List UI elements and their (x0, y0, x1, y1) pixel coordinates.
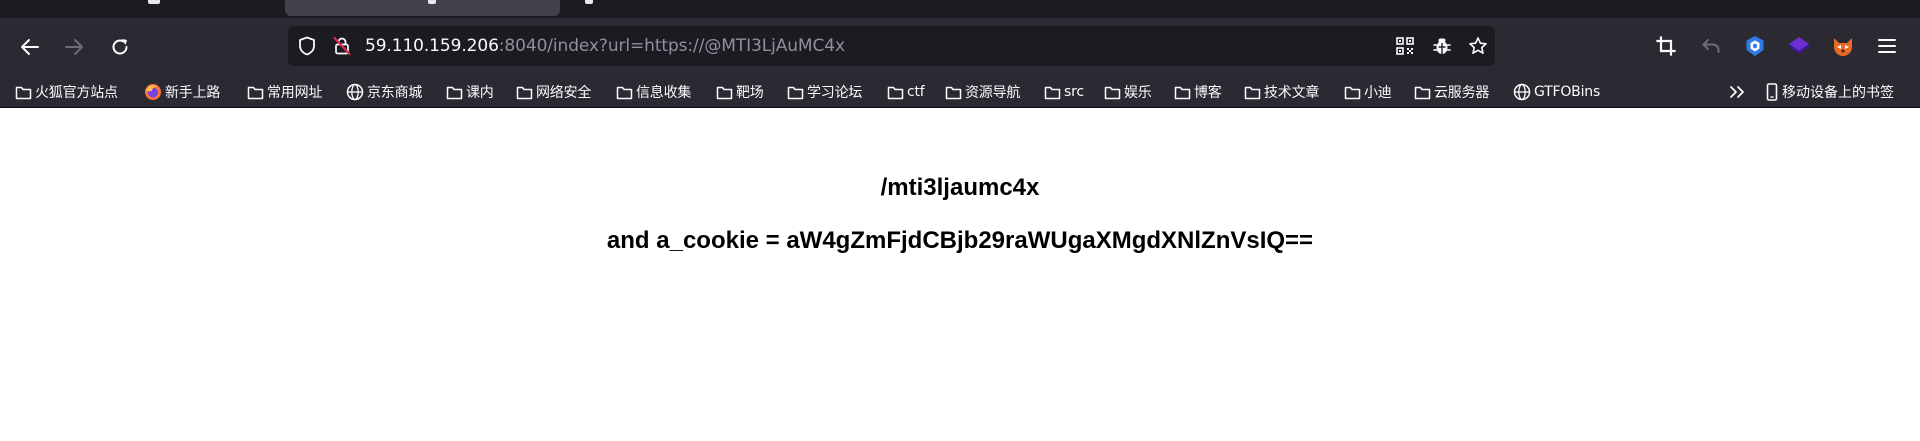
firefox-icon (144, 83, 162, 101)
bookmark-label: 火狐官方站点 (35, 85, 118, 101)
folder-icon (14, 83, 32, 101)
bookmark-label: 网络安全 (536, 85, 592, 101)
more-bookmarks-chevron-icon[interactable] (1728, 83, 1748, 101)
bookmark-label: 靶场 (736, 85, 764, 101)
bookmark-item[interactable]: 靶场 (715, 81, 764, 103)
bookmark-item[interactable]: 京东商城 (346, 81, 422, 103)
forward-arrow-icon (65, 39, 83, 55)
bookmark-label: 常用网址 (267, 85, 323, 101)
folder-icon (886, 83, 904, 101)
bookmark-label: GTFOBins (1534, 84, 1601, 100)
bookmark-label: 信息收集 (636, 85, 692, 101)
bookmark-label: 技术文章 (1264, 85, 1320, 101)
forward-button[interactable] (57, 30, 91, 64)
qr-code-icon[interactable] (1394, 35, 1416, 57)
foxy-proxy-icon[interactable] (1829, 32, 1857, 60)
bookmark-star-icon[interactable] (1467, 35, 1489, 57)
bookmark-item[interactable]: 新手上路 (144, 81, 220, 103)
bookmark-label: src (1064, 84, 1084, 100)
mobile-bookmarks-label: 移动设备上的书签 (1782, 85, 1894, 101)
folder-icon (1103, 83, 1121, 101)
folder-icon (246, 83, 264, 101)
bookmark-item[interactable]: 课内 (445, 81, 494, 103)
bookmark-item[interactable]: 网络安全 (515, 81, 591, 103)
bookmark-item[interactable]: 学习论坛 (786, 81, 862, 103)
url-text[interactable]: 59.110.159.206:8040/index?url=https://@M… (365, 36, 845, 56)
globe-icon (1513, 83, 1531, 101)
folder-icon (1413, 83, 1431, 101)
folder-icon (515, 83, 533, 101)
folder-icon (1043, 83, 1061, 101)
bookmark-item[interactable]: 技术文章 (1243, 81, 1319, 103)
back-arrow-icon (21, 39, 39, 55)
undo-icon[interactable] (1697, 32, 1725, 60)
folder-icon (615, 83, 633, 101)
bookmark-item[interactable]: 火狐官方站点 (14, 81, 118, 103)
bookmark-item[interactable]: ctf (886, 81, 925, 103)
tab-fragment (148, 0, 160, 4)
reload-icon (112, 39, 128, 55)
bookmark-item[interactable]: 娱乐 (1103, 81, 1152, 103)
bookmark-item[interactable]: 博客 (1173, 81, 1222, 103)
reload-button[interactable] (103, 30, 137, 64)
bookmark-label: 新手上路 (165, 85, 221, 101)
shield-extension-icon[interactable] (1741, 32, 1769, 60)
address-bar[interactable]: 59.110.159.206:8040/index?url=https://@M… (288, 26, 1495, 66)
active-tab[interactable] (285, 0, 560, 16)
bookmark-label: 课内 (466, 85, 494, 101)
mobile-device-icon (1765, 82, 1779, 102)
url-path: :8040/index?url=https://@MTI3LjAuMC4x (498, 36, 845, 56)
folder-icon (445, 83, 463, 101)
tab-fragment (428, 0, 436, 4)
bookmark-item[interactable]: GTFOBins (1513, 81, 1600, 103)
bug-icon[interactable] (1431, 35, 1453, 57)
tracking-shield-icon[interactable] (296, 35, 318, 57)
url-host: 59.110.159.206 (365, 36, 499, 56)
bookmark-item[interactable]: 常用网址 (246, 81, 322, 103)
menu-icon[interactable] (1873, 32, 1901, 60)
navigation-toolbar: 59.110.159.206:8040/index?url=https://@M… (0, 18, 1920, 75)
bookmark-label: ctf (907, 84, 925, 100)
bookmark-item[interactable]: 信息收集 (615, 81, 691, 103)
folder-icon (944, 83, 962, 101)
folder-icon (786, 83, 804, 101)
folder-icon (1343, 83, 1361, 101)
bookmark-label: 博客 (1194, 85, 1222, 101)
tab-fragment (585, 0, 593, 4)
screenshot-crop-icon[interactable] (1652, 32, 1680, 60)
tab-strip (0, 0, 1920, 18)
bookmark-label: 娱乐 (1124, 85, 1152, 101)
folder-icon (715, 83, 733, 101)
bookmark-label: 资源导航 (965, 85, 1021, 101)
bookmark-label: 学习论坛 (807, 85, 863, 101)
bookmark-item[interactable]: 云服务器 (1413, 81, 1489, 103)
back-button[interactable] (13, 30, 47, 64)
cookie-text: and a_cookie = aW4gZmFjdCBjb29raWUgaXMgd… (606, 227, 1314, 254)
folder-icon (1243, 83, 1261, 101)
hackbar-extension-icon[interactable] (1785, 32, 1813, 60)
bookmark-item[interactable]: 小迪 (1343, 81, 1392, 103)
page-heading: /mti3ljaumc4x (880, 174, 1040, 201)
page-content: /mti3ljaumc4x and a_cookie = aW4gZmFjdCB… (0, 108, 1920, 441)
mobile-bookmarks[interactable]: 移动设备上的书签 (1765, 81, 1894, 103)
bookmark-item[interactable]: 资源导航 (944, 81, 1020, 103)
bookmark-label: 京东商城 (367, 85, 423, 101)
bookmark-label: 云服务器 (1434, 85, 1490, 101)
globe-icon (346, 83, 364, 101)
bookmark-item[interactable]: src (1043, 81, 1084, 103)
folder-icon (1173, 83, 1191, 101)
bookmark-label: 小迪 (1364, 85, 1392, 101)
bookmarks-toolbar: 火狐官方站点 新手上路 常用网址 京东商城 课内 网络安全 信息收集 靶场 学习… (0, 75, 1920, 108)
insecure-connection-icon[interactable] (331, 35, 353, 57)
